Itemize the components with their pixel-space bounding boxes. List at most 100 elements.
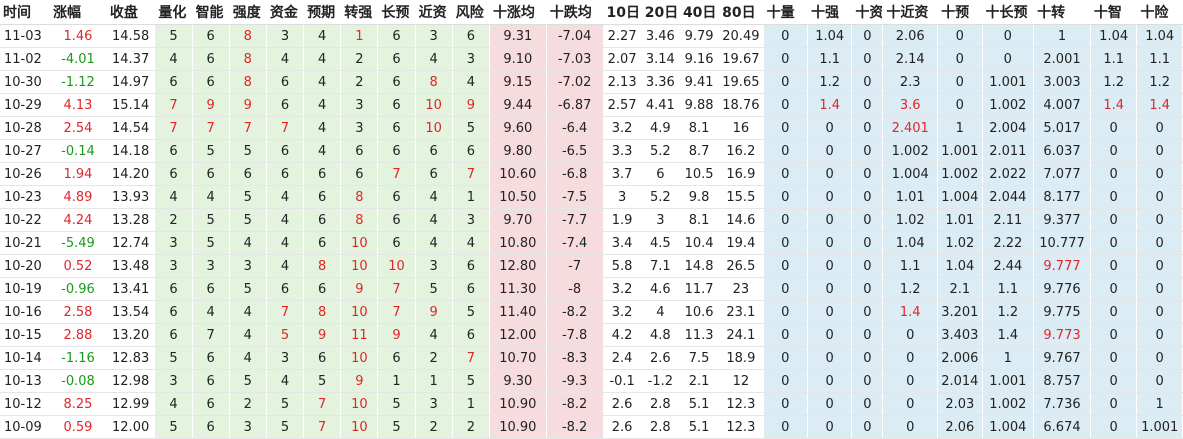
column-header[interactable]: 资金 — [266, 0, 305, 25]
table-cell: 2.6 — [603, 415, 642, 439]
column-header[interactable]: 80日 — [718, 0, 764, 25]
table-cell: 6 — [303, 277, 342, 301]
table-cell: 0 — [1090, 162, 1138, 186]
column-header[interactable]: 十强 — [807, 0, 853, 25]
table-cell: 10 — [340, 231, 379, 255]
date-cell: 10-23 — [0, 185, 51, 209]
table-row[interactable]: 10-23 4.89 13.93 4 4 5 4 6 8 6 4 1 10.50 -7.5 3 5.2 9.8 1… — [0, 185, 1183, 209]
table-row[interactable]: 10-19 -0.96 13.41 6 6 5 6 6 9 7 5 6 11.30 -8 3.2 4.6 11.… — [0, 277, 1183, 301]
table-row[interactable]: 10-13 -0.08 12.98 3 6 5 4 5 9 1 1 5 9.30 -9.3 -0.1 -1.2… — [0, 369, 1183, 393]
table-cell: 6 — [452, 139, 490, 163]
table-cell: 2.6 — [603, 392, 642, 416]
column-header[interactable]: 十智 — [1090, 0, 1138, 25]
column-header[interactable]: 收盘 — [106, 0, 156, 25]
table-cell: 14.54 — [106, 116, 156, 140]
column-header[interactable]: 涨幅 — [49, 0, 107, 25]
table-cell: 0 — [807, 346, 853, 370]
table-cell: 9.44 — [489, 93, 547, 117]
table-cell: 9.41 — [679, 70, 720, 94]
table-row[interactable]: 10-28 2.54 14.54 7 7 7 7 4 3 6 10 5 9.60 -6.4 3.2 4.9 8.… — [0, 116, 1183, 140]
column-header[interactable]: 量化 — [154, 0, 193, 25]
column-header[interactable]: 预期 — [303, 0, 342, 25]
table-cell: 0 — [1090, 139, 1138, 163]
column-header[interactable]: 长预 — [377, 0, 416, 25]
table-cell: 3.7 — [603, 162, 642, 186]
table-row[interactable]: 10-20 0.52 13.48 3 3 3 4 8 10 10 3 6 12.80 -7 5.8 7.1 14… — [0, 254, 1183, 278]
column-header[interactable]: 时间 — [0, 0, 51, 25]
table-row[interactable]: 10-22 4.24 13.28 2 5 5 4 6 8 6 4 3 9.70 -7.7 1.9 3 8.1 14… — [0, 208, 1183, 232]
table-row[interactable]: 10-29 4.13 15.14 7 9 9 6 4 3 6 10 9 9.44 -6.87 2.57 4.4… — [0, 93, 1183, 117]
table-row[interactable]: 10-15 2.88 13.20 6 7 4 5 9 11 9 4 6 12.00 -7.8 4.2 4.8 1… — [0, 323, 1183, 347]
table-row[interactable]: 10-27 -0.14 14.18 6 5 5 6 4 6 6 6 6 9.80 -6.5 3.3 5.2 8.… — [0, 139, 1183, 163]
column-header[interactable]: 十跌均 — [546, 0, 604, 25]
table-row[interactable]: 11-03 1.46 14.58 5 6 8 3 4 1 6 3 6 9.31 -7.04 2.27 3.46… — [0, 24, 1183, 48]
column-header[interactable]: 十预 — [937, 0, 983, 25]
column-header[interactable]: 十涨均 — [489, 0, 547, 25]
table-row[interactable]: 10-16 2.58 13.54 6 4 4 7 8 10 7 9 5 11.40 -8.2 3.2 4 10.… — [0, 300, 1183, 324]
column-header[interactable]: 十转 — [1033, 0, 1091, 25]
table-cell: 4.8 — [641, 323, 680, 347]
table-cell: 1.001 — [982, 369, 1035, 393]
column-header[interactable]: 十险 — [1136, 0, 1183, 25]
column-header[interactable]: 风险 — [452, 0, 490, 25]
column-header[interactable]: 40日 — [679, 0, 720, 25]
table-row[interactable]: 10-26 1.94 14.20 6 6 6 6 6 6 7 6 7 10.60 -6.8 3.7 6 10.5… — [0, 162, 1183, 186]
table-cell: 2.8 — [641, 392, 680, 416]
table-cell: 6 — [192, 369, 230, 393]
column-header[interactable]: 强度 — [229, 0, 267, 25]
table-cell: 4 — [452, 231, 490, 255]
column-header[interactable]: 十资 — [851, 0, 884, 25]
table-row[interactable]: 11-02 -4.01 14.37 4 6 8 4 4 2 6 4 3 9.10 -7.03 2.07 3.1… — [0, 47, 1183, 71]
table-cell: 1.2 — [807, 70, 853, 94]
table-cell: 5 — [303, 369, 342, 393]
table-cell: 2.006 — [937, 346, 983, 370]
column-header[interactable]: 20日 — [641, 0, 680, 25]
column-header[interactable]: 十长预 — [982, 0, 1035, 25]
table-cell: 5 — [229, 208, 267, 232]
column-header[interactable]: 近资 — [415, 0, 453, 25]
table-cell: 0 — [763, 277, 808, 301]
table-cell: 0 — [937, 70, 983, 94]
table-row[interactable]: 10-21 -5.49 12.74 3 5 4 4 6 10 6 4 4 10.80 -7.4 3.4 4.5… — [0, 231, 1183, 255]
table-cell: 2 — [340, 47, 379, 71]
table-cell: 10.5 — [679, 162, 720, 186]
table-cell: 13.20 — [106, 323, 156, 347]
table-cell: 8 — [303, 254, 342, 278]
table-row[interactable]: 10-30 -1.12 14.97 6 6 8 6 4 2 6 8 4 9.15 -7.02 2.13 3.3… — [0, 70, 1183, 94]
table-cell: 19.65 — [718, 70, 764, 94]
table-cell: 16 — [718, 116, 764, 140]
column-header[interactable]: 十近资 — [882, 0, 939, 25]
table-cell: 3.201 — [937, 300, 983, 324]
table-cell: 2.044 — [982, 185, 1035, 209]
table-row[interactable]: 10-09 0.59 12.00 5 6 3 5 7 10 5 2 2 10.90 -8.2 2.6 2.8 5… — [0, 415, 1183, 439]
column-header[interactable]: 智能 — [192, 0, 230, 25]
table-cell: 1 — [1033, 24, 1091, 48]
table-cell: 6 — [377, 93, 416, 117]
table-cell: 1.004 — [982, 415, 1035, 439]
table-cell: 1 — [415, 369, 453, 393]
table-cell: 0 — [807, 116, 853, 140]
table-cell: 6 — [452, 277, 490, 301]
table-cell: -9.3 — [546, 369, 604, 393]
column-header[interactable]: 十量 — [763, 0, 808, 25]
table-cell: 5 — [154, 24, 193, 48]
column-header[interactable]: 转强 — [340, 0, 379, 25]
table-row[interactable]: 10-14 -1.16 12.83 5 6 4 3 6 10 6 2 7 10.70 -8.3 2.4 2.6… — [0, 346, 1183, 370]
table-cell: 1.04 — [937, 254, 983, 278]
table-cell: 0 — [763, 116, 808, 140]
table-cell: 12.3 — [718, 392, 764, 416]
table-cell: 9.80 — [489, 139, 547, 163]
table-cell: -6.87 — [546, 93, 604, 117]
table-cell: -7.02 — [546, 70, 604, 94]
table-cell: 4 — [154, 392, 193, 416]
table-cell: 8.757 — [1033, 369, 1091, 393]
table-cell: 1 — [452, 392, 490, 416]
date-cell: 10-15 — [0, 323, 51, 347]
column-header[interactable]: 10日 — [603, 0, 642, 25]
table-cell: -4.01 — [49, 47, 107, 71]
table-cell: 1.001 — [937, 139, 983, 163]
table-cell: 9.776 — [1033, 277, 1091, 301]
table-cell: 14.18 — [106, 139, 156, 163]
table-row[interactable]: 10-12 8.25 12.99 4 6 2 5 7 10 5 3 1 10.90 -8.2 2.6 2.8 5… — [0, 392, 1183, 416]
table-cell: 6 — [377, 70, 416, 94]
